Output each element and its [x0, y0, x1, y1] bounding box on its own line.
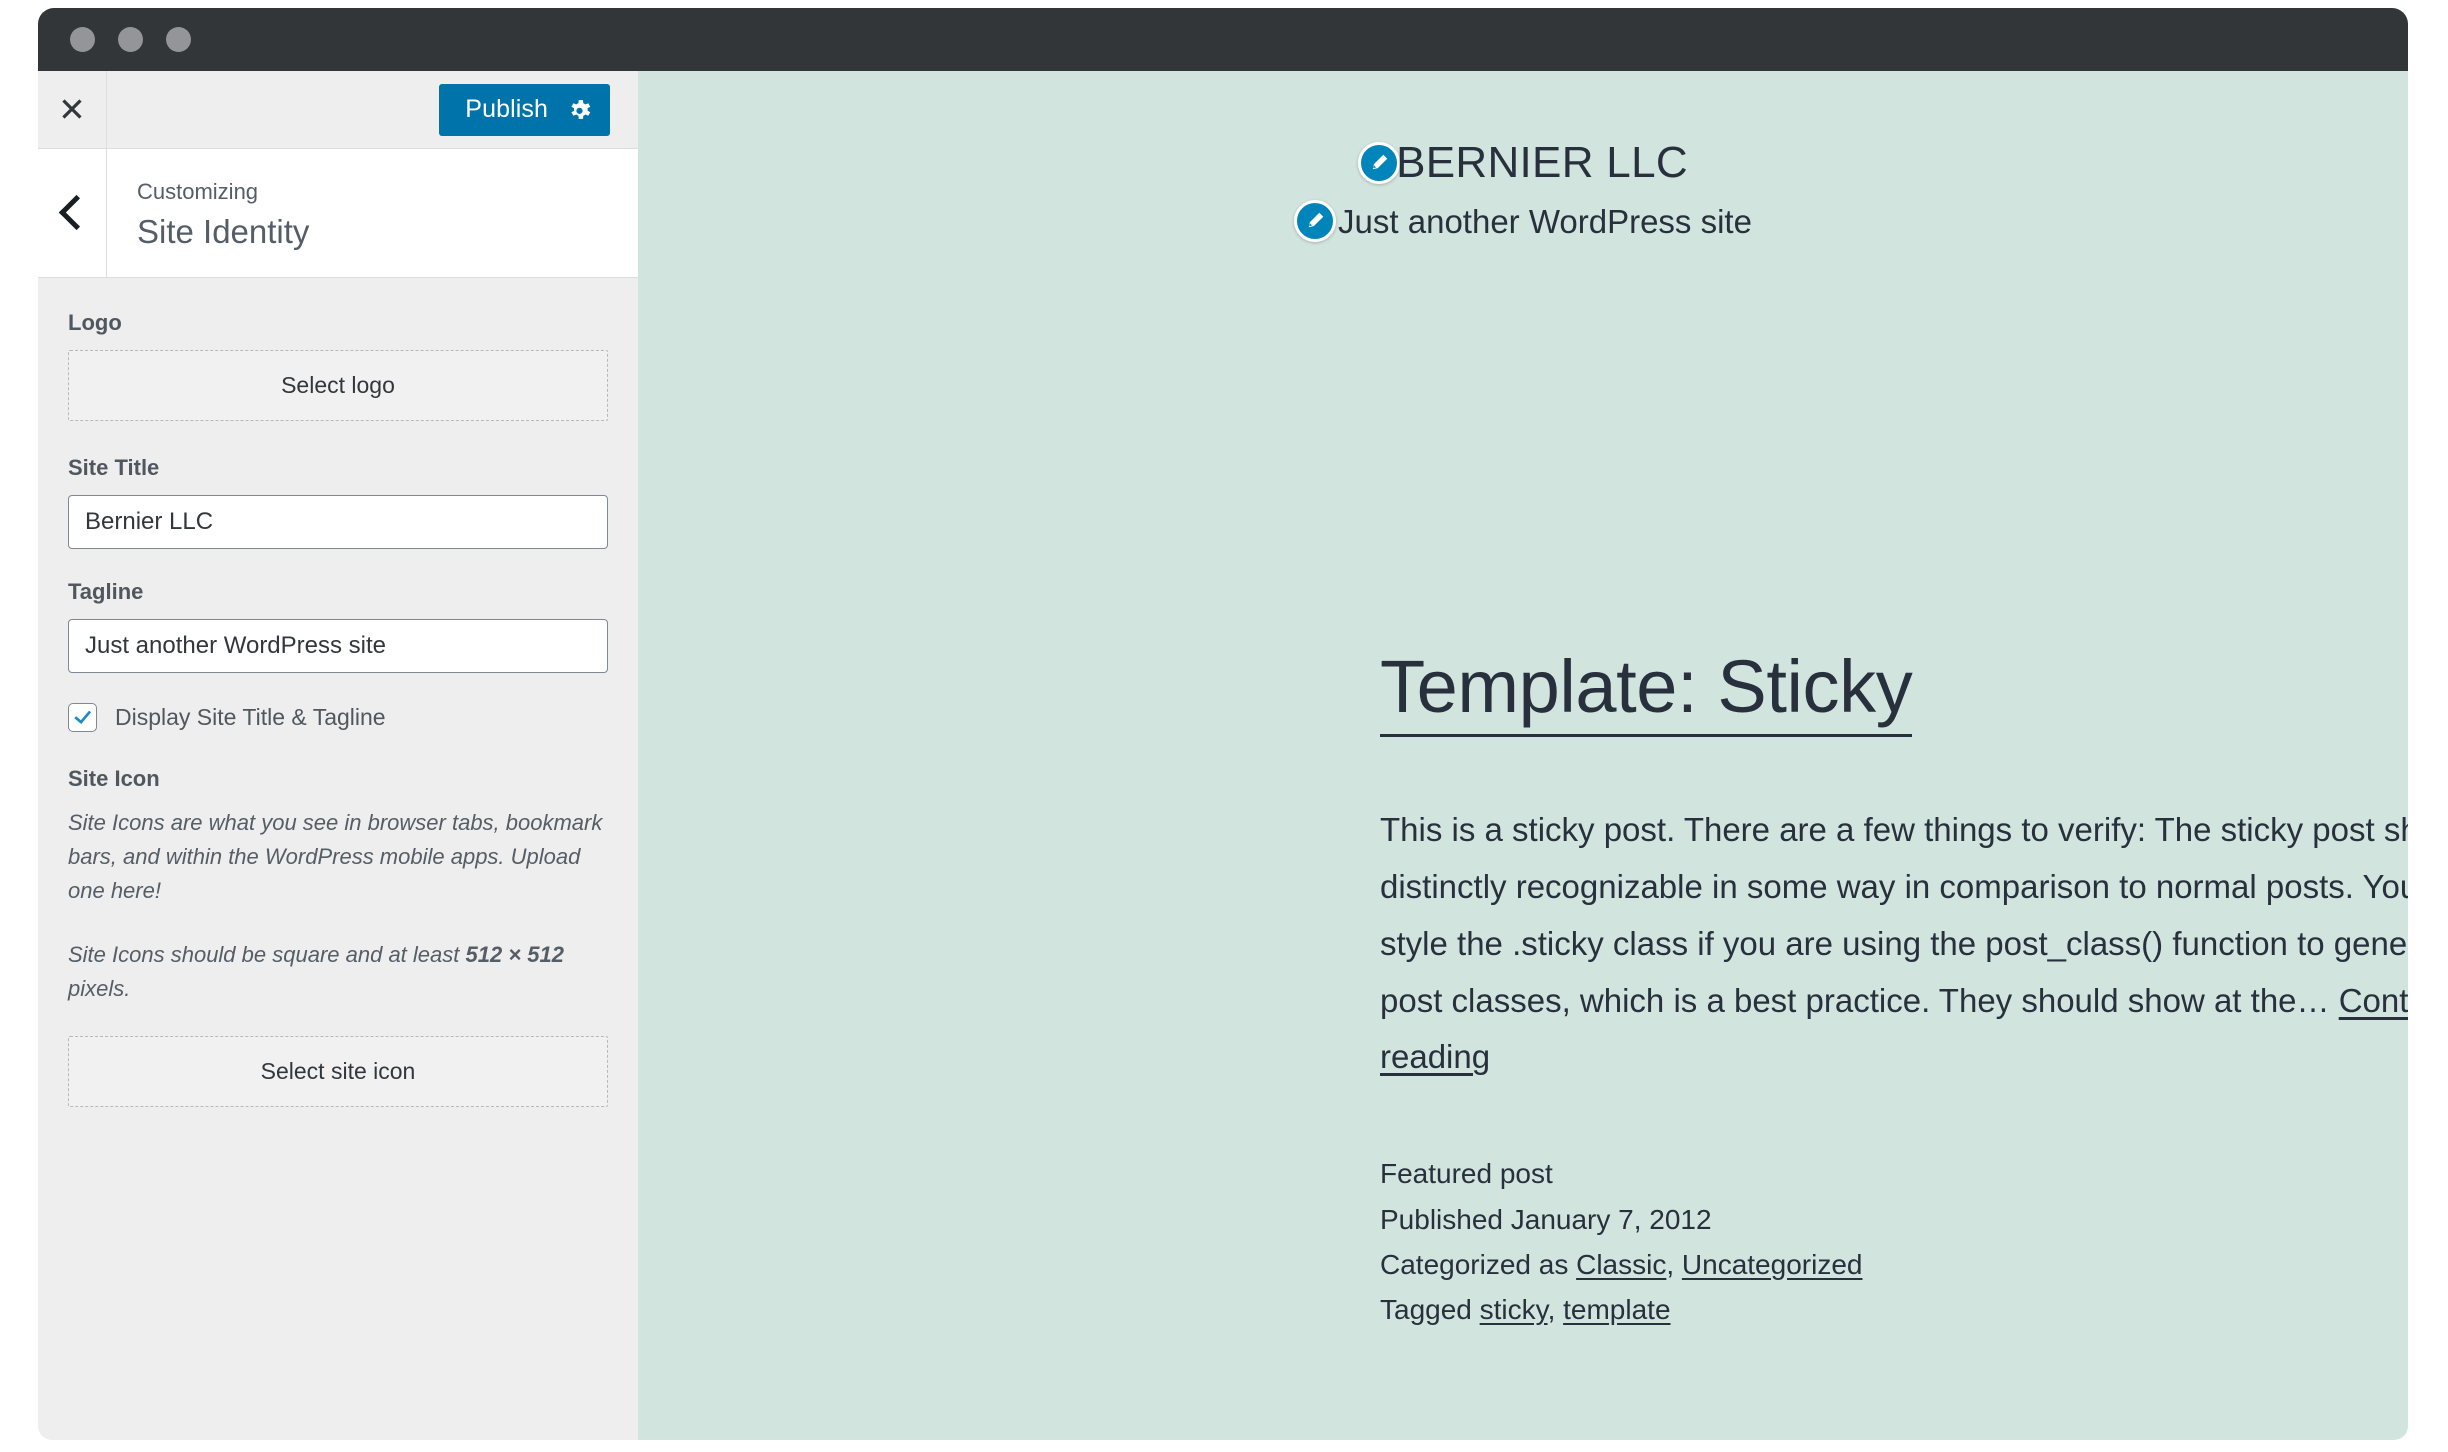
tag-link-template[interactable]: template — [1563, 1294, 1670, 1325]
site-title-label: Site Title — [68, 455, 160, 480]
control-site-icon: Site Icon Site Icons are what you see in… — [68, 766, 608, 1108]
post-tags: Tagged sticky, template — [1380, 1287, 2408, 1332]
breadcrumb: Customizing — [137, 178, 259, 204]
site-icon-label: Site Icon — [68, 766, 160, 791]
browser-window: ✕ Publish Customizing Site Identity Logo… — [38, 8, 2408, 1440]
display-title-tagline-checkbox-row[interactable]: Display Site Title & Tagline — [68, 703, 608, 732]
preview-site-title[interactable]: BERNIER LLC — [1396, 141, 1688, 185]
post-title-wrap: Template: Sticky — [1380, 645, 2408, 737]
close-customizer-button[interactable]: ✕ — [38, 71, 107, 148]
site-icon-desc2-size: 512 × 512 — [465, 942, 564, 968]
control-logo: Logo Select logo — [68, 310, 608, 421]
control-site-title: Site Title — [68, 455, 608, 549]
featured-post-label: Featured post — [1380, 1158, 1553, 1190]
publish-button[interactable]: Publish — [439, 83, 610, 136]
post-meta: Featured post Published January 7, 2012 … — [1380, 1151, 2408, 1332]
site-preview: BERNIER LLC Just another WordPress site … — [638, 71, 2408, 1440]
logo-label: Logo — [68, 310, 122, 335]
window-titlebar — [38, 8, 2408, 71]
window-close-dot[interactable] — [70, 27, 95, 52]
control-tagline: Tagline — [68, 579, 608, 673]
tagline-input[interactable] — [68, 619, 608, 673]
edit-pencil-icon-site-title[interactable] — [1358, 142, 1401, 184]
site-icon-description-1: Site Icons are what you see in browser t… — [68, 810, 603, 904]
customizer-sidebar: ✕ Publish Customizing Site Identity Logo… — [38, 71, 638, 1440]
back-button[interactable] — [38, 149, 107, 277]
checkmark-icon — [74, 710, 92, 724]
display-title-tagline-label: Display Site Title & Tagline — [115, 704, 386, 730]
edit-pencil-icon-tagline[interactable] — [1294, 200, 1337, 242]
select-logo-button[interactable]: Select logo — [68, 350, 608, 421]
preview-site-tagline-row: Just another WordPress site — [638, 200, 2408, 242]
category-link-classic[interactable]: Classic — [1576, 1249, 1666, 1280]
select-site-icon-button[interactable]: Select site icon — [68, 1036, 608, 1108]
preview-post-entry: Template: Sticky This is a sticky post. … — [1380, 645, 2408, 1333]
category-link-uncategorized[interactable]: Uncategorized — [1682, 1249, 1863, 1280]
post-title-link[interactable]: Template: Sticky — [1380, 645, 1913, 737]
window-maximize-dot[interactable] — [166, 27, 191, 52]
tag-link-sticky[interactable]: sticky — [1480, 1294, 1548, 1325]
customizer-topbar: ✕ Publish — [38, 71, 638, 149]
customizer-app: ✕ Publish Customizing Site Identity Logo… — [38, 71, 2408, 1440]
window-minimize-dot[interactable] — [118, 27, 143, 52]
preview-site-header: BERNIER LLC Just another WordPress site — [638, 71, 2408, 242]
categorized-prefix: Categorized as — [1380, 1248, 1577, 1280]
tag-separator: , — [1547, 1294, 1564, 1326]
category-separator: , — [1666, 1248, 1682, 1280]
page-title: Site Identity — [137, 212, 310, 250]
close-icon: ✕ — [58, 90, 86, 129]
site-icon-desc2-suffix: pixels. — [68, 976, 131, 1002]
preview-site-tagline[interactable]: Just another WordPress site — [1338, 205, 1752, 238]
tagline-label: Tagline — [68, 579, 144, 604]
site-icon-description-2: Site Icons should be square and at least… — [68, 938, 608, 1006]
display-title-tagline-checkbox[interactable] — [68, 703, 97, 732]
customizer-panel-header: Customizing Site Identity — [38, 149, 638, 278]
customizer-controls: Logo Select logo Site Title Tagline — [38, 278, 638, 1440]
tagged-prefix: Tagged — [1380, 1294, 1480, 1326]
gear-icon[interactable] — [548, 96, 610, 123]
post-categories: Categorized as Classic, Uncategorized — [1380, 1242, 2408, 1287]
published-date: Published January 7, 2012 — [1380, 1203, 1712, 1235]
site-title-input[interactable] — [68, 495, 608, 549]
post-excerpt: This is a sticky post. There are a few t… — [1380, 802, 2408, 1086]
post-excerpt-text: This is a sticky post. There are a few t… — [1380, 811, 2408, 1019]
panel-header-text: Customizing Site Identity — [107, 149, 638, 277]
site-icon-desc2-prefix: Site Icons should be square and at least — [68, 942, 466, 968]
topbar-actions: Publish — [107, 71, 638, 148]
publish-button-label: Publish — [465, 95, 548, 123]
preview-site-title-row: BERNIER LLC — [638, 141, 2408, 185]
